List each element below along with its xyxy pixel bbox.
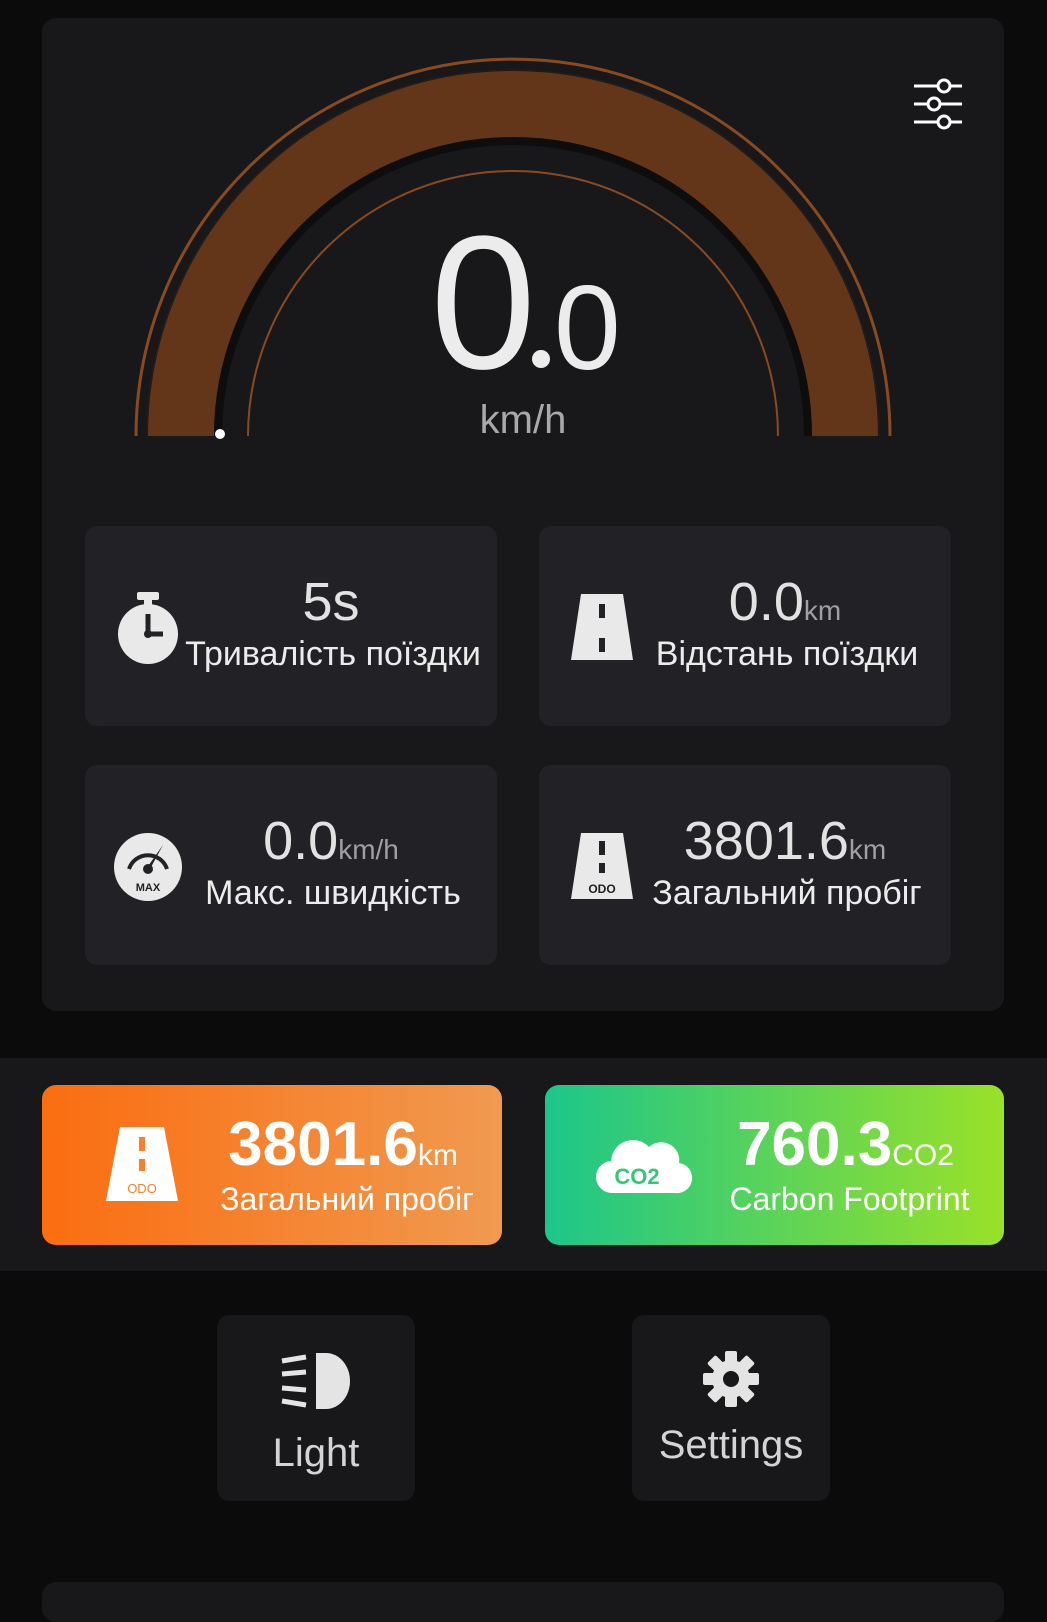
max-speed-value: 0.0km/h [263, 811, 399, 871]
settings-button[interactable]: Settings [632, 1315, 830, 1501]
stat-card-total-mileage: ODO 3801.6km Загальний пробіг [539, 765, 951, 965]
total-mileage-value: 3801.6km [683, 811, 887, 871]
odo-label: ODO [588, 882, 615, 896]
sliders-icon [914, 78, 962, 130]
stat-card-trip-distance: 0.0km Відстань поїздки [539, 526, 951, 726]
stat-card-max-speed: MAX 0.0km/h Макс. швидкість [85, 765, 497, 965]
light-label: Light [272, 1431, 360, 1475]
odometer-label: Загальний пробіг [220, 1181, 474, 1217]
odo-road-icon: ODO [571, 833, 633, 899]
carbon-label: Carbon Footprint [729, 1181, 970, 1217]
odo-label: ODO [127, 1181, 157, 1196]
stat-card-trip-duration: 5s Тривалість поїздки [85, 526, 497, 726]
light-button[interactable]: Light [217, 1315, 415, 1501]
speed-decimal-point [532, 350, 550, 368]
settings-label: Settings [658, 1423, 804, 1467]
trip-distance-value: 0.0km [728, 572, 842, 632]
trip-distance-label: Відстань поїздки [655, 635, 919, 673]
speed-integer: 0 [430, 197, 536, 409]
total-mileage-label: Загальний пробіг [652, 874, 922, 912]
bottom-panel-edge [42, 1582, 1004, 1622]
co2-cloud-icon: CO2 [595, 1140, 693, 1194]
speed-decimal: 0 [554, 261, 621, 395]
odo-road-icon: ODO [106, 1127, 178, 1201]
max-label: MAX [136, 882, 161, 894]
co2-label: CO2 [614, 1164, 659, 1189]
gauge-settings-button[interactable] [900, 66, 976, 142]
road-icon [571, 594, 633, 660]
trip-duration-label: Тривалість поїздки [185, 635, 481, 673]
trip-duration-value: 5s [302, 572, 360, 632]
headlight-icon [281, 1353, 350, 1409]
max-speed-label: Макс. швидкість [205, 874, 461, 912]
carbon-value: 760.3CO2 [737, 1110, 954, 1179]
gear-icon [703, 1351, 759, 1407]
carbon-footprint-card[interactable]: CO2 760.3CO2 Carbon Footprint [545, 1085, 1004, 1245]
odometer-value: 3801.6km [228, 1110, 458, 1179]
odometer-highlight-card[interactable]: ODO 3801.6km Загальний пробіг [42, 1085, 502, 1245]
dashboard-panel: 0 0 km/h 5s Тривалість поїздки 0.0km Від… [42, 18, 1004, 1011]
speed-unit: km/h [479, 398, 567, 442]
stopwatch-icon [118, 592, 178, 664]
max-gauge-icon: MAX [114, 833, 182, 901]
